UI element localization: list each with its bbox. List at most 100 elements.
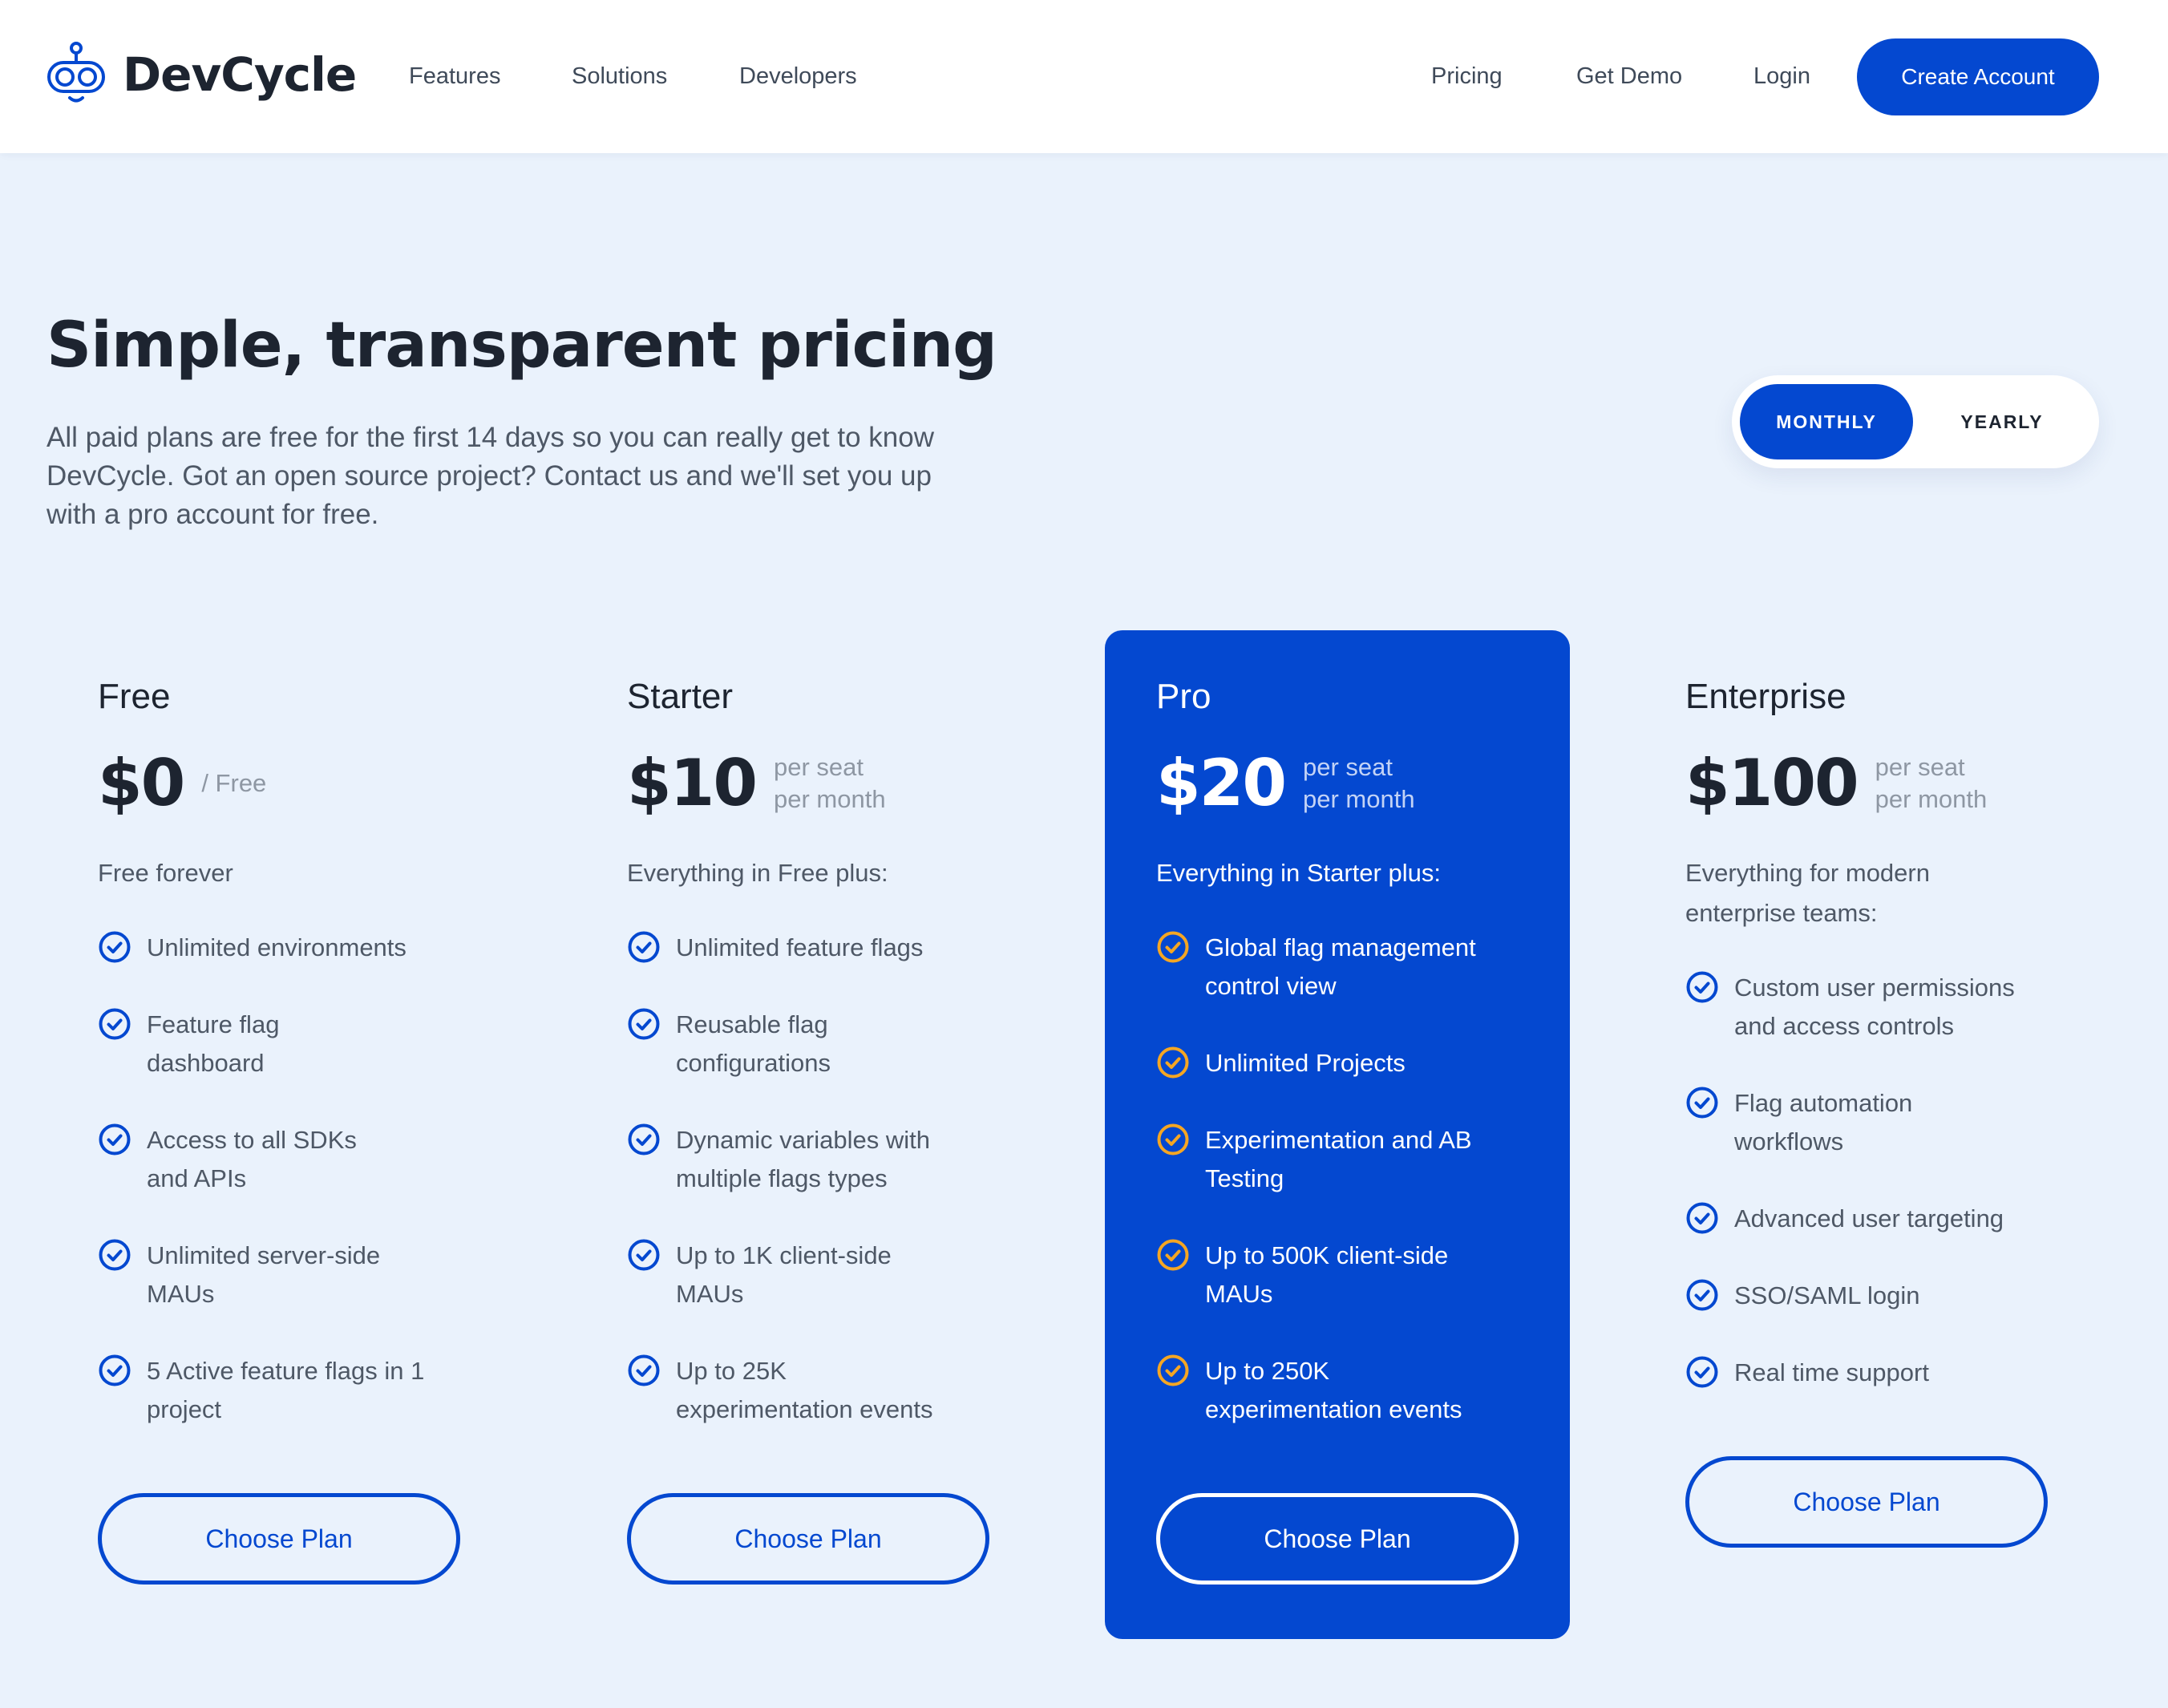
robot-face-logo-icon [46,42,107,107]
check-circle-icon [1156,930,1190,964]
feature-text-line: MAUs [147,1280,215,1308]
plan-card-enterprise: Enterprise $100 per seat per month Everythin… [1636,630,2133,1639]
plan-price-unit: / Free [201,767,266,799]
feature-text-line: Up to 250K [1205,1357,1330,1385]
plan-description-line: enterprise teams: [1685,899,1878,927]
billing-monthly-option[interactable]: MONTHLY [1740,384,1913,459]
feature-item: Unlimited environments [98,929,515,967]
nav-get-demo[interactable]: Get Demo [1576,0,1682,153]
site-header: DevCycle Features Solutions Developers P… [0,0,2168,153]
feature-text: 5 Active feature flags in 1 project [147,1352,424,1429]
feature-text-line: dashboard [147,1049,265,1077]
plan-card-pro: Pro $20 per seat per month Everything in Sta… [1105,630,1570,1639]
check-circle-icon [1156,1238,1190,1272]
feature-item: Up to 1K client-side MAUs [627,1236,1044,1313]
feature-text-line: Global flag management [1205,933,1476,961]
choose-plan-button-free[interactable]: Choose Plan [98,1493,460,1585]
check-circle-icon [627,1123,661,1156]
check-circle-icon [98,1123,131,1156]
plan-price: $10 [627,746,758,820]
plan-card-free: Free $0 / Free Free forever Unlimited enviro… [49,630,530,1639]
feature-text-line: Unlimited Projects [1205,1049,1406,1077]
feature-text: Flag automation workflows [1734,1084,1912,1161]
feature-text: Experimentation and AB Testing [1205,1121,1472,1198]
feature-text: Advanced user targeting [1734,1200,2004,1238]
feature-item: Advanced user targeting [1685,1200,2102,1238]
plan-price-unit: per seat per month [1303,751,1415,816]
feature-text-line: multiple flags types [676,1164,888,1192]
choose-plan-button-enterprise[interactable]: Choose Plan [1685,1456,2048,1548]
plan-description: Everything for modern enterprise teams: [1685,853,1930,933]
plan-card-starter: Starter $10 per seat per month Everything in… [579,630,1060,1639]
price-unit-line: per seat [1303,753,1393,781]
brand-logo[interactable]: DevCycle [46,40,357,109]
feature-text-line: Real time support [1734,1358,1929,1386]
feature-text: Unlimited Projects [1205,1044,1406,1083]
plan-description: Free forever [98,853,233,893]
price-unit-line: per month [1303,785,1415,813]
feature-item: Up to 250K experimentation events [1156,1352,1573,1429]
nav-solutions[interactable]: Solutions [572,0,667,153]
subtitle-line: All paid plans are free for the first 14… [47,422,934,453]
check-circle-icon [627,1238,661,1272]
check-circle-icon [627,930,661,964]
billing-yearly-option[interactable]: YEARLY [1913,384,2091,459]
plan-price-unit: per seat per month [1875,751,1988,816]
feature-text-line: project [147,1395,222,1423]
feature-text-line: Unlimited feature flags [676,933,924,961]
feature-text: SSO/SAML login [1734,1277,1919,1315]
choose-plan-button-pro[interactable]: Choose Plan [1156,1493,1519,1585]
feature-text: Up to 25K experimentation events [676,1352,933,1429]
plan-description: Everything in Starter plus: [1156,853,1441,893]
feature-text-line: MAUs [1205,1280,1273,1308]
feature-text-line: and APIs [147,1164,247,1192]
feature-text: Dynamic variables with multiple flags typ… [676,1121,930,1198]
check-circle-icon [1685,1201,1719,1235]
nav-pricing[interactable]: Pricing [1431,0,1503,153]
create-account-button[interactable]: Create Account [1857,38,2099,115]
plan-price-row: $0 / Free [98,745,266,822]
feature-item: Dynamic variables with multiple flags typ… [627,1121,1044,1198]
feature-text-line: Testing [1205,1164,1284,1192]
feature-text: Reusable flag configurations [676,1006,831,1083]
feature-text-line: workflows [1734,1127,1844,1156]
feature-text: Up to 500K client-side MAUs [1205,1236,1448,1313]
nav-developers[interactable]: Developers [739,0,857,153]
feature-item: Unlimited Projects [1156,1044,1573,1083]
plan-description-line: Everything in Starter plus: [1156,859,1441,887]
feature-text: Access to all SDKs and APIs [147,1121,357,1198]
plan-price-unit: per seat per month [774,751,886,816]
feature-text-line: Feature flag [147,1010,280,1038]
brand-name: DevCycle [123,47,357,102]
feature-item: Reusable flag configurations [627,1006,1044,1083]
plan-description: Everything in Free plus: [627,853,888,893]
feature-item: Access to all SDKs and APIs [98,1121,515,1198]
feature-text-line: Dynamic variables with [676,1126,930,1154]
feature-text-line: Unlimited environments [147,933,406,961]
feature-text-line: Flag automation [1734,1089,1913,1117]
feature-text: Feature flag dashboard [147,1006,279,1083]
feature-item: Up to 25K experimentation events [627,1352,1044,1429]
price-unit-line: per seat [774,753,864,781]
plan-description-line: Free forever [98,859,233,887]
feature-text: Unlimited feature flags [676,929,923,967]
feature-text: Real time support [1734,1354,1929,1392]
plan-price-row: $100 per seat per month [1685,745,1987,822]
billing-period-toggle: MONTHLY YEARLY [1732,375,2099,468]
plan-name: Free [98,677,171,716]
check-circle-icon [98,1354,131,1387]
feature-text: Unlimited environments [147,929,406,967]
price-unit-line: per month [774,785,886,813]
check-circle-icon [98,1007,131,1041]
nav-login[interactable]: Login [1753,0,1810,153]
check-circle-icon [627,1007,661,1041]
feature-item: Feature flag dashboard [98,1006,515,1083]
feature-item: Up to 500K client-side MAUs [1156,1236,1573,1313]
price-unit-line: per month [1875,785,1988,813]
price-unit-line: per seat [1875,753,1965,781]
nav-features[interactable]: Features [409,0,500,153]
feature-text-line: Advanced user targeting [1734,1204,2004,1232]
plan-description-line: Everything in Free plus: [627,859,888,887]
feature-text-line: Up to 500K client-side [1205,1241,1449,1269]
choose-plan-button-starter[interactable]: Choose Plan [627,1493,989,1585]
